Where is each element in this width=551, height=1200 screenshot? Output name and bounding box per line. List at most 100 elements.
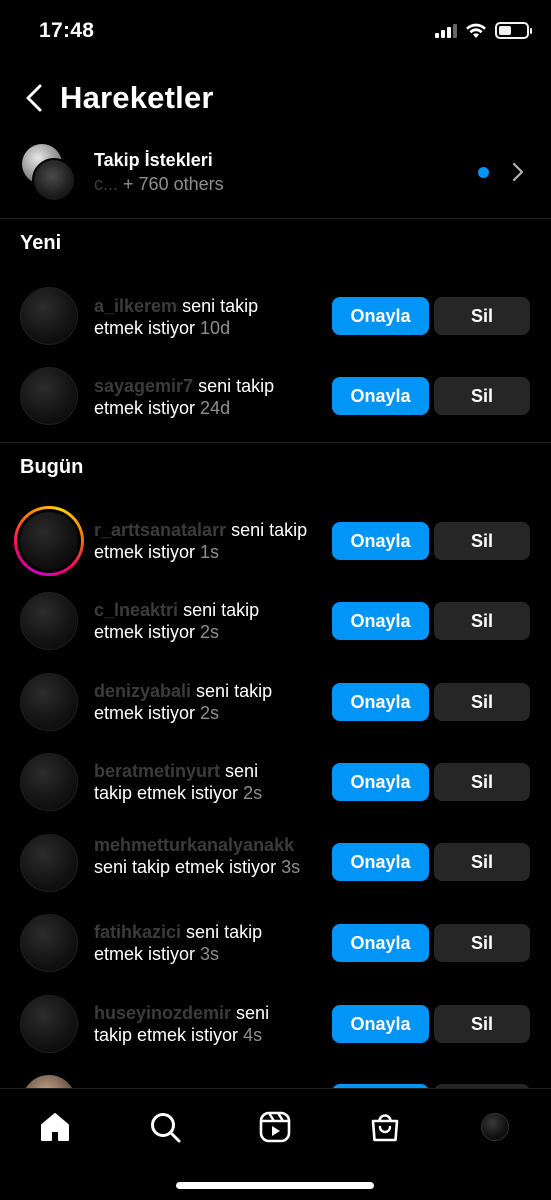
delete-button[interactable]: Sil: [434, 522, 530, 560]
request-text: denizyabali seni takip etmek istiyor 2s: [94, 680, 324, 724]
request-text-part: seni takip: [183, 600, 260, 620]
tab-home[interactable]: [35, 1107, 75, 1147]
confirm-button[interactable]: Onayla: [332, 763, 429, 801]
avatar[interactable]: [20, 287, 78, 345]
delete-button[interactable]: Sil: [434, 377, 530, 415]
avatar[interactable]: [20, 592, 78, 650]
request-text: huseyinozdemir seni takip etmek istiyor …: [94, 1002, 324, 1046]
username-link[interactable]: beratmetinyurt: [94, 761, 220, 781]
list-item: mehmetturkanalyanakk seni takip etmek is…: [0, 826, 551, 906]
battery-icon: [495, 22, 532, 39]
username-link[interactable]: sayagemir7: [94, 376, 193, 396]
follow-requests-user: c...: [94, 174, 119, 194]
list-item: denizyabali seni takip etmek istiyor 2s …: [0, 665, 551, 737]
list-item: r_arttsanatalarr seni takip etmek istiyo…: [0, 504, 551, 576]
username-link[interactable]: r_arttsanatalarr: [94, 520, 226, 540]
timestamp: 24d: [200, 398, 231, 418]
profile-avatar[interactable]: [481, 1113, 509, 1141]
search-icon[interactable]: [148, 1110, 182, 1144]
follow-requests-subtitle: c... + 760 others: [94, 174, 224, 195]
confirm-button[interactable]: Onayla: [332, 683, 429, 721]
delete-button[interactable]: Sil: [434, 1005, 530, 1043]
confirm-button[interactable]: Onayla: [332, 843, 429, 881]
status-icons: [435, 22, 532, 39]
avatar-with-story[interactable]: [14, 506, 84, 576]
chevron-right-icon: [512, 162, 524, 182]
request-text-part: seni takip: [196, 681, 273, 701]
timestamp: 3s: [281, 857, 301, 877]
username-link[interactable]: denizyabali: [94, 681, 191, 701]
timestamp: 2s: [243, 783, 263, 803]
list-item: beratmetinyurt seni takip etmek istiyor …: [0, 745, 551, 817]
request-text-part: seni takip: [231, 520, 308, 540]
header: Hareketler: [0, 74, 551, 122]
request-text: a_ilkerem seni takip etmek istiyor 10d: [94, 295, 324, 339]
confirm-button[interactable]: Onayla: [332, 1005, 429, 1043]
username-link[interactable]: a_ilkerem: [94, 296, 177, 316]
timestamp: 10d: [200, 318, 231, 338]
unread-dot: [478, 167, 489, 178]
request-text: r_arttsanatalarr seni takip etmek istiyo…: [94, 519, 324, 563]
delete-button[interactable]: Sil: [434, 763, 530, 801]
confirm-button[interactable]: Onayla: [332, 297, 429, 335]
follow-requests-row[interactable]: Takip İstekleri c... + 760 others: [0, 138, 551, 210]
request-text-part: seni takip: [198, 376, 275, 396]
username-link[interactable]: c_lneaktri: [94, 600, 178, 620]
confirm-button[interactable]: Onayla: [332, 377, 429, 415]
avatar[interactable]: [20, 995, 78, 1053]
divider: [0, 442, 551, 443]
request-text-part: seni takip etmek istiyor: [94, 857, 277, 877]
back-arrow-icon[interactable]: [22, 82, 48, 114]
reels-icon[interactable]: [258, 1110, 292, 1144]
timestamp: 2s: [200, 622, 220, 642]
request-text-part: takip etmek istiyor: [94, 1025, 239, 1045]
timestamp: 4s: [243, 1025, 263, 1045]
request-text-part: etmek istiyor: [94, 542, 196, 562]
list-item: fatihkazici seni takip etmek istiyor 3s …: [0, 906, 551, 978]
delete-button[interactable]: Sil: [434, 924, 530, 962]
confirm-button[interactable]: Onayla: [332, 602, 429, 640]
request-text-part: etmek istiyor: [94, 318, 196, 338]
confirm-button[interactable]: Onayla: [332, 522, 429, 560]
page-title: Hareketler: [60, 80, 214, 115]
divider: [0, 218, 551, 219]
tab-shop[interactable]: [365, 1107, 405, 1147]
request-text-part: etmek istiyor: [94, 398, 196, 418]
request-text-part: etmek istiyor: [94, 622, 196, 642]
request-text-part: etmek istiyor: [94, 944, 196, 964]
avatar[interactable]: [20, 367, 78, 425]
section-title-new: Yeni: [20, 232, 62, 254]
avatar[interactable]: [20, 753, 78, 811]
tab-profile[interactable]: [475, 1107, 515, 1147]
avatar[interactable]: [20, 834, 78, 892]
tab-reels[interactable]: [255, 1107, 295, 1147]
request-text: fatihkazici seni takip etmek istiyor 3s: [94, 921, 324, 965]
request-text-part: seni: [225, 761, 259, 781]
request-text-part: seni takip: [186, 922, 263, 942]
request-text-part: etmek istiyor: [94, 703, 196, 723]
tab-search[interactable]: [145, 1107, 185, 1147]
avatar[interactable]: [20, 673, 78, 731]
timestamp: 2s: [200, 703, 220, 723]
username-link[interactable]: huseyinozdemir: [94, 1003, 231, 1023]
timestamp: 1s: [200, 542, 220, 562]
request-text-part: seni: [236, 1003, 270, 1023]
delete-button[interactable]: Sil: [434, 843, 530, 881]
list-item: sayagemir7 seni takip etmek istiyor 24d …: [0, 360, 551, 432]
list-item: huseyinozdemir seni takip etmek istiyor …: [0, 987, 551, 1059]
avatar[interactable]: [20, 914, 78, 972]
section-title-today: Bugün: [20, 456, 84, 478]
delete-button[interactable]: Sil: [434, 297, 530, 335]
confirm-button[interactable]: Onayla: [332, 924, 429, 962]
delete-button[interactable]: Sil: [434, 683, 530, 721]
timestamp: 3s: [200, 944, 220, 964]
delete-button[interactable]: Sil: [434, 602, 530, 640]
shop-icon[interactable]: [368, 1110, 402, 1144]
username-link[interactable]: mehmetturkanalyanakk: [94, 835, 294, 855]
list-item: a_ilkerem seni takip etmek istiyor 10d O…: [0, 280, 551, 352]
list-item: c_lneaktri seni takip etmek istiyor 2s O…: [0, 584, 551, 656]
username-link[interactable]: fatihkazici: [94, 922, 181, 942]
status-bar: 17:48: [0, 0, 551, 66]
home-icon[interactable]: [38, 1110, 72, 1144]
request-text-part: takip etmek istiyor: [94, 783, 239, 803]
